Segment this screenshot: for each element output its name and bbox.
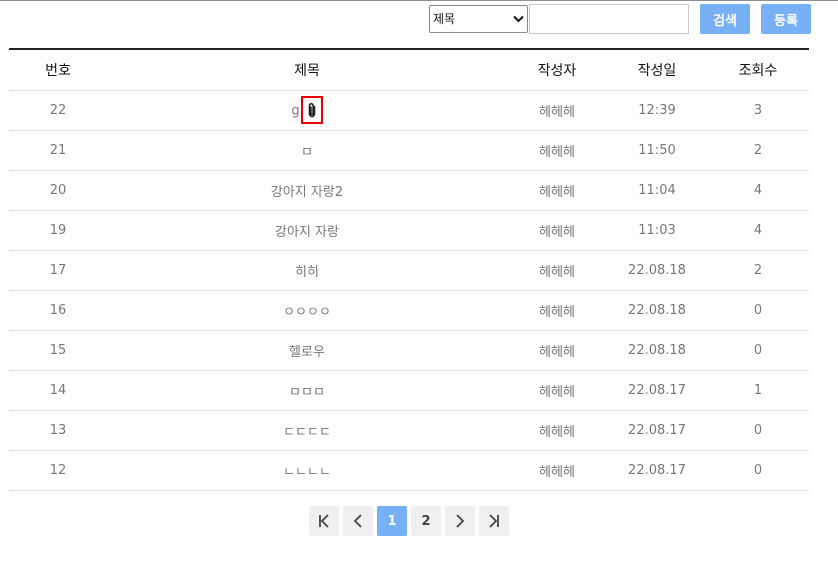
next-page-button[interactable] (445, 506, 475, 536)
post-views: 0 (707, 290, 809, 331)
attachment-highlight[interactable] (300, 95, 323, 124)
post-title[interactable]: ㄷㄷㄷㄷ (107, 410, 507, 451)
post-views: 3 (707, 90, 809, 131)
post-number: 22 (9, 90, 107, 131)
table-row[interactable]: 20 강아지 자랑2 헤헤헤 11:04 4 (9, 170, 809, 211)
last-page-button[interactable] (479, 506, 509, 536)
post-views: 1 (707, 370, 809, 411)
post-title[interactable]: g (291, 103, 299, 118)
post-title[interactable]: 헬로우 (107, 330, 507, 371)
post-date: 22.08.18 (607, 330, 707, 371)
table-row[interactable]: 15 헬로우 헤헤헤 22.08.18 0 (9, 330, 809, 371)
post-title[interactable]: ㅁ (107, 130, 507, 171)
search-field-selected: 제목 (433, 12, 456, 26)
post-date: 22.08.18 (607, 250, 707, 291)
prev-page-icon (353, 514, 362, 528)
first-page-button[interactable] (309, 506, 339, 536)
first-page-icon (319, 514, 329, 528)
search-toolbar: 제목 검색 등록 (429, 4, 811, 34)
post-author: 헤헤헤 (507, 130, 607, 171)
post-number: 20 (9, 170, 107, 211)
last-page-icon (489, 514, 499, 528)
table-row[interactable]: 12 ㄴㄴㄴㄴ 헤헤헤 22.08.17 0 (9, 450, 809, 491)
column-header-number: 번호 (9, 49, 107, 91)
post-date: 11:04 (607, 170, 707, 211)
post-title[interactable]: 강아지 자랑 (107, 210, 507, 251)
pagination: 1 2 (309, 506, 513, 536)
post-author: 헤헤헤 (507, 370, 607, 411)
column-header-title: 제목 (107, 49, 507, 91)
post-views: 0 (707, 410, 809, 451)
post-date: 22.08.17 (607, 450, 707, 491)
post-title[interactable]: 강아지 자랑2 (107, 170, 507, 211)
post-views: 4 (707, 170, 809, 211)
table-row[interactable]: 13 ㄷㄷㄷㄷ 헤헤헤 22.08.17 0 (9, 410, 809, 451)
post-date: 11:03 (607, 210, 707, 251)
next-page-icon (456, 514, 465, 528)
board-table: 번호 제목 작성자 작성일 조회수 22 g 헤헤헤 12:39 3 21 ㅁ … (9, 48, 809, 491)
post-author: 헤헤헤 (507, 410, 607, 451)
post-title[interactable]: 히히 (107, 250, 507, 291)
post-number: 12 (9, 450, 107, 491)
post-title[interactable]: ㅁㅁㅁ (107, 370, 507, 411)
post-number: 13 (9, 410, 107, 451)
post-author: 헤헤헤 (507, 450, 607, 491)
post-number: 19 (9, 210, 107, 251)
post-author: 헤헤헤 (507, 290, 607, 331)
register-button[interactable]: 등록 (761, 4, 811, 34)
table-row[interactable]: 19 강아지 자랑 헤헤헤 11:03 4 (9, 210, 809, 251)
table-row[interactable]: 17 히히 헤헤헤 22.08.18 2 (9, 250, 809, 291)
column-header-date: 작성일 (607, 49, 707, 91)
table-row[interactable]: 21 ㅁ 헤헤헤 11:50 2 (9, 130, 809, 171)
column-header-views: 조회수 (707, 49, 809, 91)
post-title[interactable]: ㄴㄴㄴㄴ (107, 450, 507, 491)
post-views: 0 (707, 330, 809, 371)
post-number: 14 (9, 370, 107, 411)
post-title[interactable]: ㅇㅇㅇㅇ (107, 290, 507, 331)
chevron-down-icon (513, 15, 524, 23)
post-author: 헤헤헤 (507, 250, 607, 291)
post-author: 헤헤헤 (507, 90, 607, 131)
search-input[interactable] (529, 4, 689, 34)
page-button-1[interactable]: 1 (377, 506, 407, 536)
post-author: 헤헤헤 (507, 210, 607, 251)
post-views: 2 (707, 250, 809, 291)
post-title-cell[interactable]: g (107, 90, 507, 131)
post-views: 2 (707, 130, 809, 171)
column-header-author: 작성자 (507, 49, 607, 91)
page-button-2[interactable]: 2 (411, 506, 441, 536)
post-number: 15 (9, 330, 107, 371)
table-header-row: 번호 제목 작성자 작성일 조회수 (9, 49, 809, 91)
table-row[interactable]: 14 ㅁㅁㅁ 헤헤헤 22.08.17 1 (9, 370, 809, 411)
search-button[interactable]: 검색 (700, 4, 750, 34)
post-date: 22.08.18 (607, 290, 707, 331)
table-row[interactable]: 16 ㅇㅇㅇㅇ 헤헤헤 22.08.18 0 (9, 290, 809, 331)
post-date: 22.08.17 (607, 370, 707, 411)
prev-page-button[interactable] (343, 506, 373, 536)
post-author: 헤헤헤 (507, 170, 607, 211)
search-field-select[interactable]: 제목 (429, 5, 528, 33)
post-date: 12:39 (607, 90, 707, 131)
paperclip-icon (308, 102, 315, 117)
post-views: 0 (707, 450, 809, 491)
post-number: 17 (9, 250, 107, 291)
post-views: 4 (707, 210, 809, 251)
post-date: 22.08.17 (607, 410, 707, 451)
post-number: 16 (9, 290, 107, 331)
post-date: 11:50 (607, 130, 707, 171)
post-author: 헤헤헤 (507, 330, 607, 371)
table-row[interactable]: 22 g 헤헤헤 12:39 3 (9, 90, 809, 131)
post-number: 21 (9, 130, 107, 171)
board-page: 제목 검색 등록 번호 제목 작성자 작성일 조회수 22 g 헤헤헤 12:3… (0, 0, 838, 569)
